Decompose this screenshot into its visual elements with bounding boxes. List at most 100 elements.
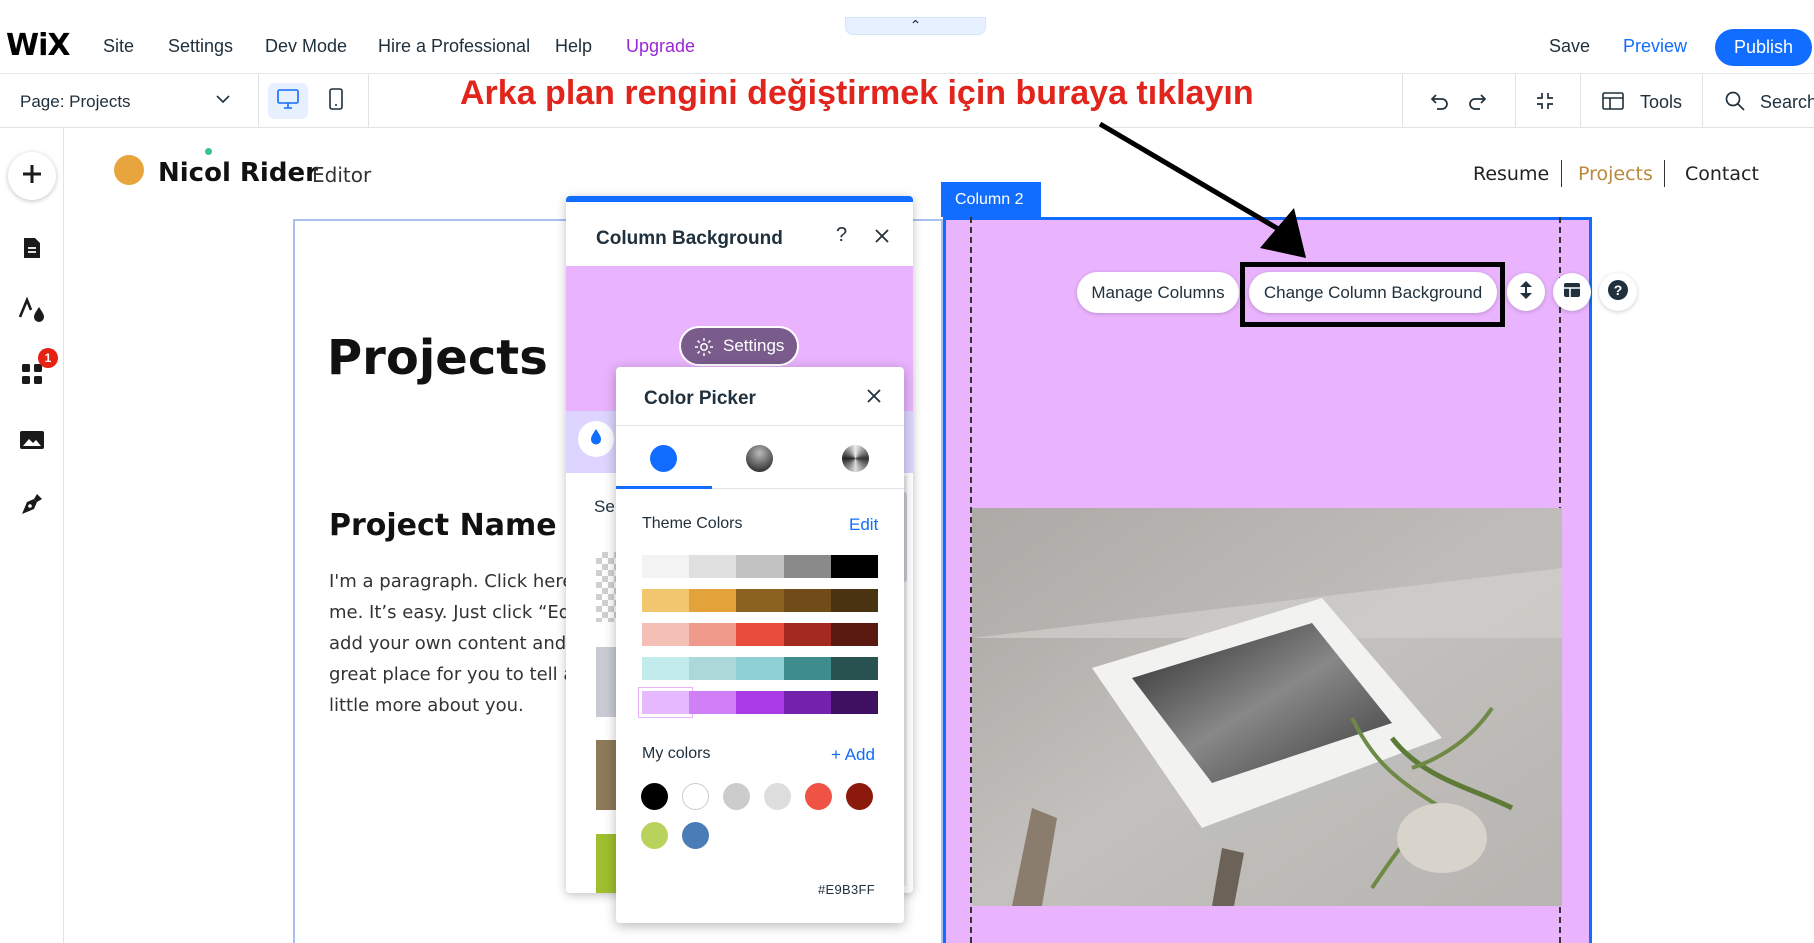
top-bar: WiX Site Settings Dev Mode Hire a Profes…	[0, 0, 1814, 74]
tools-icon[interactable]	[1600, 88, 1626, 114]
theme-color-swatch[interactable]	[783, 589, 831, 612]
transparent-thumbnail[interactable]	[596, 552, 618, 622]
collapse-handle[interactable]: ⌃	[845, 17, 986, 35]
tools-button[interactable]: Tools	[1640, 92, 1682, 113]
arrange-button[interactable]	[1507, 273, 1545, 311]
zoom-out-icon[interactable]	[1532, 88, 1558, 114]
menu-settings[interactable]: Settings	[168, 36, 233, 57]
theme-color-swatch[interactable]	[830, 657, 879, 680]
theme-color-swatch[interactable]	[642, 555, 690, 578]
menu-help[interactable]: Help	[555, 36, 592, 57]
help-icon: ?	[1607, 279, 1629, 306]
pen-icon[interactable]	[12, 484, 52, 524]
nav-divider	[1561, 160, 1562, 187]
panel-close-button[interactable]	[874, 224, 890, 250]
settings-button[interactable]: Settings	[679, 326, 799, 366]
add-elements-button[interactable]	[8, 152, 56, 200]
menu-upgrade[interactable]: Upgrade	[626, 36, 695, 57]
my-color-swatch[interactable]	[764, 783, 791, 810]
menu-site[interactable]: Site	[103, 36, 134, 57]
my-color-swatch[interactable]	[805, 783, 832, 810]
panel-help-button[interactable]: ?	[836, 224, 847, 247]
theme-color-swatch[interactable]	[830, 623, 879, 646]
search-button[interactable]: Search	[1760, 92, 1814, 113]
picker-close-button[interactable]	[866, 384, 882, 410]
help-button[interactable]: ?	[1599, 273, 1637, 311]
nav-resume[interactable]: Resume	[1473, 163, 1549, 185]
theme-color-swatch[interactable]	[689, 555, 737, 578]
theme-color-swatch[interactable]	[830, 589, 879, 612]
redo-icon[interactable]	[1465, 88, 1491, 114]
theme-color-swatch[interactable]	[689, 691, 737, 714]
theme-color-row	[642, 589, 879, 612]
project-name-heading[interactable]: Project Name 0	[329, 508, 588, 543]
divider	[1702, 74, 1703, 128]
solid-color-tab[interactable]	[650, 445, 677, 472]
design-icon[interactable]	[12, 290, 52, 330]
pages-icon[interactable]	[12, 228, 52, 268]
divider	[258, 74, 259, 128]
site-name[interactable]: Nicol Rider	[158, 158, 318, 188]
left-sidebar: 1	[0, 128, 64, 943]
search-icon[interactable]	[1722, 88, 1748, 114]
fluid-gradient-tab[interactable]	[842, 445, 869, 472]
color-fill-button[interactable]	[578, 421, 614, 457]
theme-color-swatch[interactable]	[642, 657, 690, 680]
theme-color-swatch[interactable]	[642, 589, 690, 612]
image-thumbnail[interactable]	[596, 647, 618, 717]
manage-columns-button[interactable]: Manage Columns	[1077, 272, 1239, 313]
divider	[616, 425, 904, 426]
theme-color-swatch[interactable]	[783, 555, 831, 578]
mobile-icon	[328, 87, 344, 116]
hex-value[interactable]: #E9B3FF	[818, 882, 875, 897]
undo-icon[interactable]	[1426, 88, 1452, 114]
theme-color-swatch[interactable]	[830, 555, 879, 578]
highlight-box	[1240, 262, 1505, 327]
image-thumbnail[interactable]	[596, 834, 618, 893]
nav-contact[interactable]: Contact	[1685, 163, 1759, 185]
theme-color-swatch[interactable]	[638, 688, 693, 717]
theme-color-swatch[interactable]	[783, 623, 831, 646]
theme-color-swatch[interactable]	[830, 691, 879, 714]
image-thumbnail[interactable]	[596, 740, 618, 810]
theme-color-swatch[interactable]	[736, 623, 784, 646]
wix-logo[interactable]: WiX	[6, 28, 71, 63]
column-image[interactable]	[972, 508, 1562, 906]
my-color-swatch[interactable]	[682, 783, 709, 810]
page-select[interactable]: Page: Projects	[20, 92, 131, 112]
gear-icon	[693, 335, 715, 371]
my-color-swatch[interactable]	[723, 783, 750, 810]
my-color-swatch[interactable]	[641, 783, 668, 810]
edit-theme-colors-link[interactable]: Edit	[849, 515, 878, 535]
menu-dev-mode[interactable]: Dev Mode	[265, 36, 347, 57]
theme-color-swatch[interactable]	[736, 555, 784, 578]
nav-divider	[1664, 160, 1665, 187]
theme-color-swatch[interactable]	[783, 657, 831, 680]
theme-color-swatch[interactable]	[736, 691, 784, 714]
theme-color-swatch[interactable]	[689, 657, 737, 680]
theme-color-swatch[interactable]	[689, 623, 737, 646]
theme-color-swatch[interactable]	[736, 657, 784, 680]
theme-color-swatch[interactable]	[642, 623, 690, 646]
gradient-tab[interactable]	[746, 445, 773, 472]
publish-button[interactable]: Publish	[1715, 29, 1812, 66]
site-role[interactable]: Editor	[312, 163, 371, 187]
page-heading[interactable]: Projects	[327, 330, 548, 386]
add-color-link[interactable]: + Add	[831, 745, 875, 765]
menu-hire-professional[interactable]: Hire a Professional	[378, 36, 530, 57]
my-color-swatch[interactable]	[682, 822, 709, 849]
theme-color-swatch[interactable]	[783, 691, 831, 714]
theme-color-swatch[interactable]	[736, 589, 784, 612]
my-color-swatch[interactable]	[641, 822, 668, 849]
my-color-swatch[interactable]	[846, 783, 873, 810]
save-button[interactable]: Save	[1549, 36, 1590, 57]
desktop-view-button[interactable]	[268, 83, 308, 119]
layout-button[interactable]	[1553, 273, 1591, 311]
media-icon[interactable]	[12, 420, 52, 460]
nav-projects[interactable]: Projects	[1578, 163, 1653, 185]
drop-icon	[589, 428, 603, 451]
theme-color-swatch[interactable]	[689, 589, 737, 612]
chevron-down-icon[interactable]	[214, 90, 232, 113]
mobile-view-button[interactable]	[316, 83, 356, 119]
preview-button[interactable]: Preview	[1623, 36, 1687, 57]
